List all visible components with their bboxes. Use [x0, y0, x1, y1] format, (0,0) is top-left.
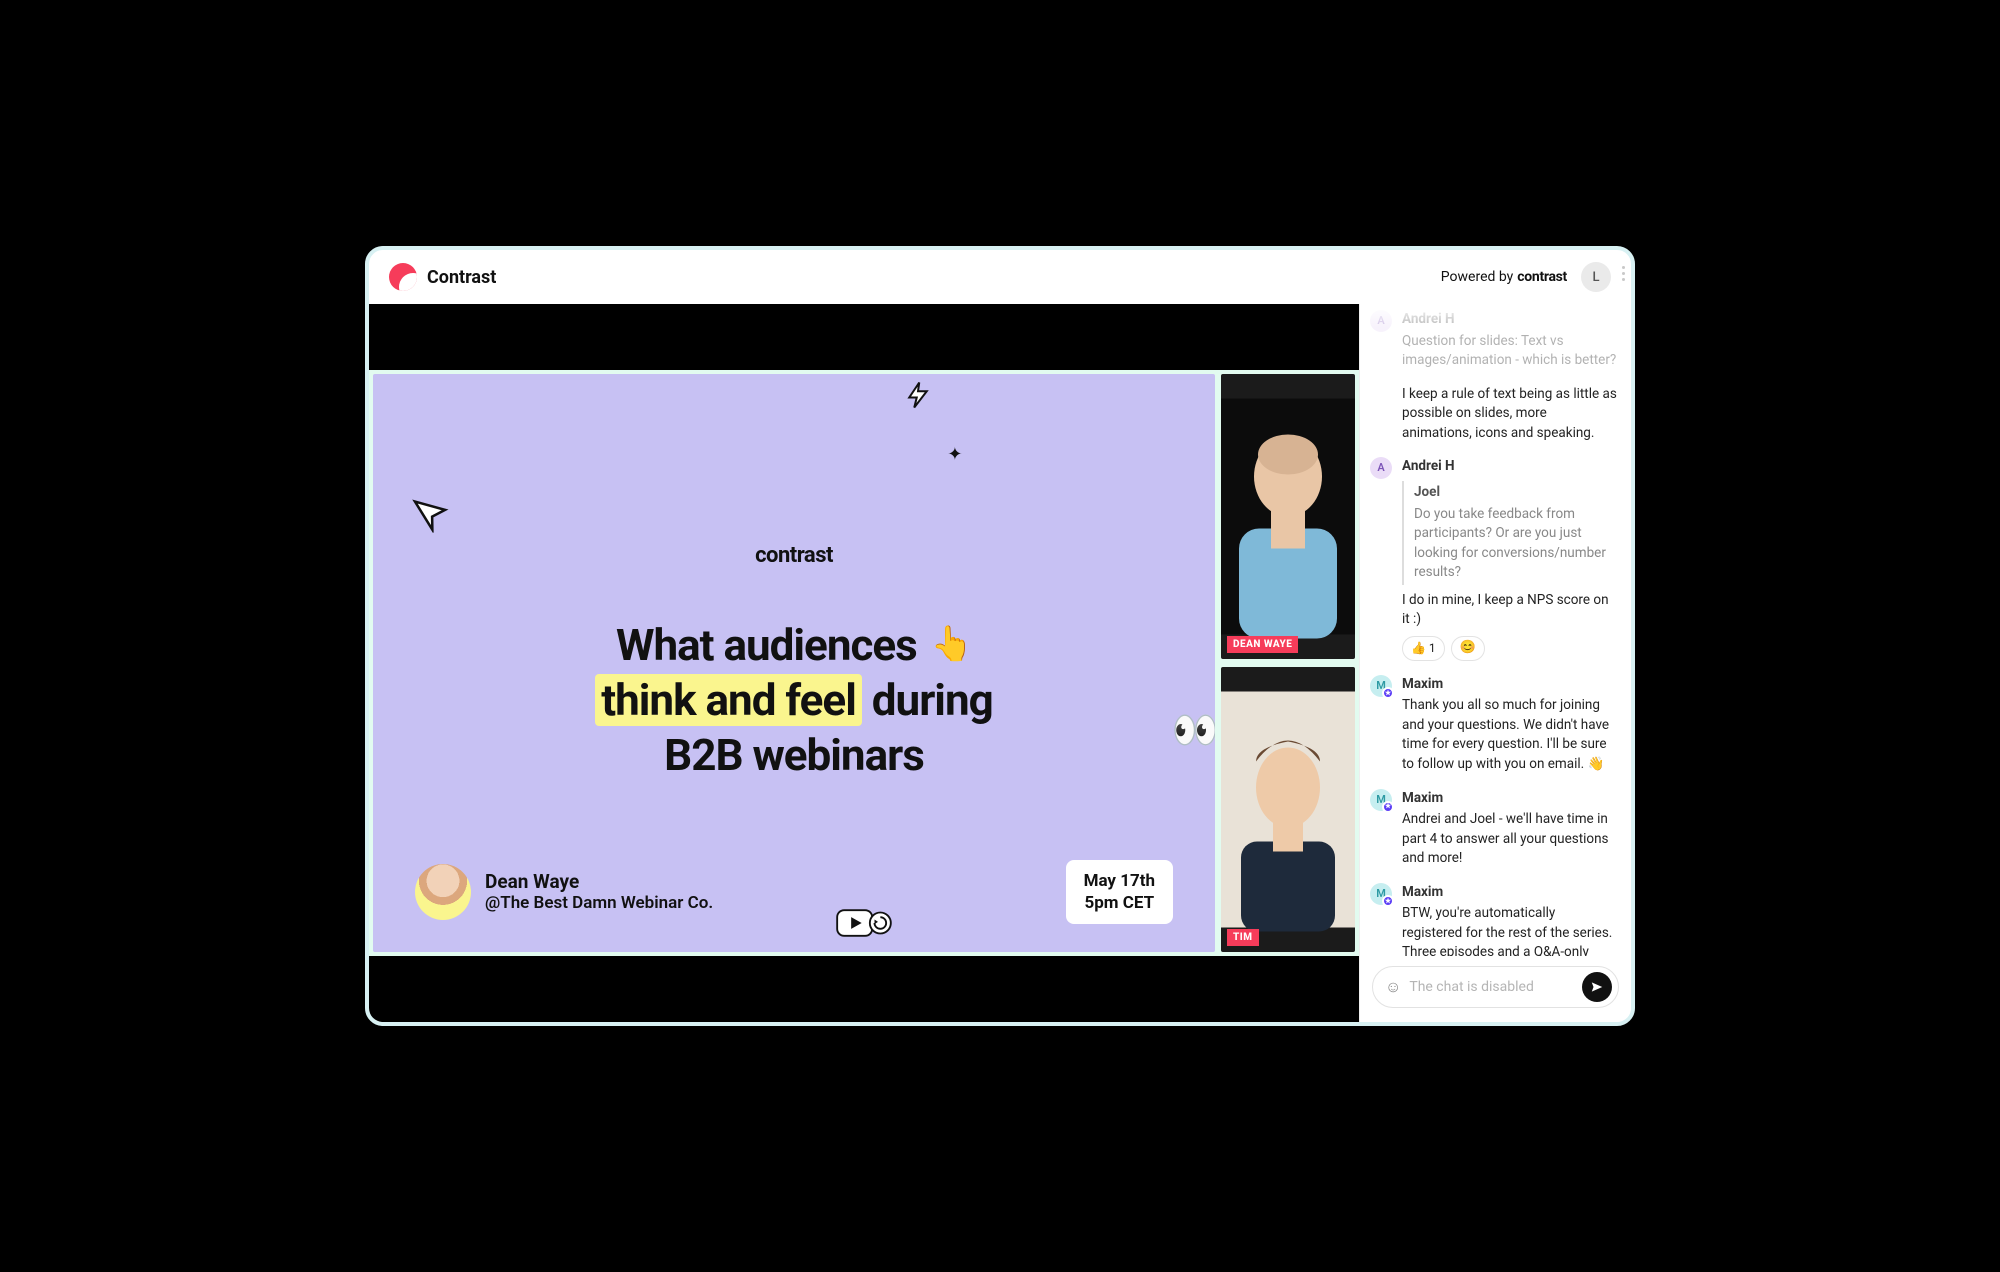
event-date-l1: May 17th [1084, 870, 1155, 892]
topbar: Contrast Powered by contrast L [369, 250, 1631, 304]
user-avatar-button[interactable]: L [1581, 262, 1611, 292]
camera-tag-1: DEAN WAYE [1227, 636, 1298, 653]
chat-author: Maxim [1402, 789, 1617, 809]
chat-message[interactable]: A Andrei H Joel Do you take feedback from p… [1370, 457, 1617, 660]
host-badge-icon: ★ [1382, 801, 1394, 813]
reaction-pill[interactable]: 😊 [1451, 636, 1485, 661]
camera-feed-2[interactable]: TIM [1221, 667, 1355, 952]
camera-person-icon [1221, 374, 1355, 659]
event-date-box: May 17th 5pm CET [1066, 860, 1173, 924]
presenter-name: Dean Waye [485, 870, 713, 893]
chat-author: Maxim [1402, 883, 1617, 903]
content: ✦ 👀 contrast What audiences [369, 304, 1631, 1022]
chat-text: Question for slides: Text vs images/anim… [1402, 332, 1617, 371]
camera-column: DEAN WAYE TIM [1221, 374, 1355, 952]
chat-avatar: A [1370, 310, 1392, 332]
chat-author: Maxim [1402, 675, 1617, 695]
chat-author: Andrei H [1402, 457, 1617, 477]
chat-message-body: MaximAndrei and Joel - we'll have time i… [1402, 789, 1617, 869]
chat-text: I do in mine, I keep a NPS score on it :… [1402, 591, 1617, 630]
emoji-picker-icon[interactable]: ☺ [1385, 977, 1401, 997]
video-stage: ✦ 👀 contrast What audiences [369, 304, 1359, 1022]
brand[interactable]: Contrast [389, 263, 496, 291]
presenter-handle: @The Best Damn Webinar Co. [485, 893, 713, 913]
chat-message-list[interactable]: AAndrei HQuestion for slides: Text vs im… [1360, 304, 1631, 956]
chat-text: Andrei and Joel - we'll have time in par… [1402, 810, 1617, 869]
slide-brand: contrast [415, 543, 1173, 568]
window-drag-dots [1622, 266, 1625, 281]
chat-avatar: M★ [1370, 675, 1392, 697]
slide-title-l3: B2B webinars [664, 729, 924, 781]
user-initial: L [1592, 270, 1599, 285]
doodle-cursor-icon [410, 490, 459, 545]
powered-by-prefix: Powered by [1441, 269, 1514, 285]
slide-title-l1a: What audiences [616, 619, 917, 671]
powered-by-brand: contrast [1517, 269, 1567, 285]
chat-panel: AAndrei HQuestion for slides: Text vs im… [1359, 304, 1631, 1022]
brand-logo-icon [389, 263, 417, 291]
camera-feed-1[interactable]: DEAN WAYE [1221, 374, 1355, 659]
chat-message-body: MaximBTW, you're automatically registere… [1402, 883, 1617, 956]
slide-footer: Dean Waye @The Best Damn Webinar Co. May… [415, 860, 1173, 924]
chat-text: I keep a rule of text being as little as… [1402, 385, 1617, 444]
chat-message[interactable]: I keep a rule of text being as little as… [1370, 385, 1617, 444]
chat-quote-text: Do you take feedback from participants? … [1414, 506, 1606, 581]
chat-quote: Joel Do you take feedback from participan… [1402, 481, 1617, 585]
send-icon [1590, 980, 1604, 994]
slide-title: What audiences 👆 think and feel during B… [415, 618, 1173, 783]
doodle-eyes-icon: 👀 [1172, 709, 1215, 753]
chat-author: Andrei H [1402, 310, 1617, 330]
chat-input-area: ☺ The chat is disabled [1360, 956, 1631, 1022]
chat-text: BTW, you're automatically registered for… [1402, 904, 1617, 956]
brand-name: Contrast [427, 267, 496, 288]
reaction-pill[interactable]: 👍 1 [1402, 636, 1445, 661]
chat-message-body: MaximThank you all so much for joining a… [1402, 675, 1617, 775]
chat-text: Thank you all so much for joining and yo… [1402, 696, 1617, 774]
host-badge-icon: ★ [1382, 895, 1394, 907]
slide-snap-icon: 👆 [931, 623, 972, 666]
chat-avatar: A [1370, 457, 1392, 479]
slide-title-l2b: during [872, 674, 993, 726]
chat-placeholder: The chat is disabled [1409, 979, 1574, 995]
chat-message[interactable]: M★ MaximThank you all so much for joining… [1370, 675, 1617, 775]
chat-reactions: 👍 1😊 [1402, 636, 1617, 661]
chat-message[interactable]: A Andrei HQuestion for slides: Text vs im… [1370, 310, 1617, 371]
camera-tag-2: TIM [1227, 929, 1259, 946]
chat-avatar: M★ [1370, 789, 1392, 811]
presentation-slide: ✦ 👀 contrast What audiences [373, 374, 1215, 952]
slide-title-highlight: think and feel [595, 674, 862, 726]
chat-message-body: Andrei H Joel Do you take feedback from pa… [1402, 457, 1617, 660]
host-badge-icon: ★ [1382, 687, 1394, 699]
chat-message[interactable]: M★ MaximAndrei and Joel - we'll have time… [1370, 789, 1617, 869]
stage-inner: ✦ 👀 contrast What audiences [369, 370, 1359, 956]
send-button[interactable] [1582, 972, 1612, 1002]
powered-by[interactable]: Powered by contrast [1441, 269, 1567, 285]
chat-message[interactable]: M★ MaximBTW, you're automatically registe… [1370, 883, 1617, 956]
chat-avatar: M★ [1370, 883, 1392, 905]
chat-message-body: Andrei HQuestion for slides: Text vs ima… [1402, 310, 1617, 371]
chat-input[interactable]: ☺ The chat is disabled [1372, 966, 1619, 1008]
event-date-l2: 5pm CET [1084, 892, 1155, 914]
chat-message-body: I keep a rule of text being as little as… [1402, 385, 1617, 444]
chat-quote-author: Joel [1414, 483, 1617, 503]
doodle-sparkle-icon: ✦ [947, 444, 962, 465]
presenter: Dean Waye @The Best Damn Webinar Co. [415, 864, 713, 920]
camera-person-icon [1221, 667, 1355, 952]
app-frame: Contrast Powered by contrast L [365, 246, 1635, 1026]
presenter-avatar [415, 864, 471, 920]
doodle-bolt-icon [903, 380, 933, 417]
